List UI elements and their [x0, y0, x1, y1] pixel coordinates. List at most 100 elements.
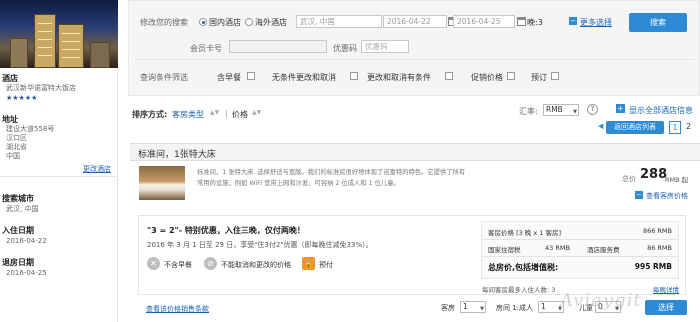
- domestic-label: 国内酒店: [209, 18, 241, 27]
- room-description: 常用的设施，例如 WiFi 宽带上网和沙发。可容纳 2 位成人和 1 位儿童。: [197, 180, 400, 187]
- room-header: 标准间，1张特大床: [130, 143, 700, 161]
- room-rate-label: 客房价格 [3 晚 x 1 客房]: [488, 229, 562, 237]
- member-card-input[interactable]: [229, 40, 327, 53]
- prepay-lock-icon: 🔒: [302, 257, 315, 270]
- city-value: 武汉, 中国: [6, 205, 39, 213]
- room-price: 288: [640, 167, 668, 182]
- filter-breakfast-label: 含早餐: [217, 73, 241, 82]
- watermark: Aviaygit: [560, 290, 642, 311]
- nights-count: 晚:3: [527, 18, 543, 27]
- view-room-prices-link[interactable]: 查看客房价格: [646, 191, 688, 201]
- service-fee-value: 86 RMB: [647, 244, 672, 252]
- filter-conditional-change-checkbox[interactable]: [445, 72, 453, 80]
- tax-value: 43 RMB: [545, 244, 570, 252]
- search-button[interactable]: 搜索: [629, 13, 687, 32]
- more-options-link[interactable]: 更多选择: [580, 17, 612, 28]
- filter-breakfast-checkbox[interactable]: [247, 72, 255, 80]
- help-icon[interactable]: ?: [587, 104, 598, 115]
- section-checkin-heading: 入住日期: [2, 226, 34, 235]
- no-breakfast-label: 不含早餐: [164, 261, 192, 269]
- sort-arrows-icon[interactable]: ▲▼: [252, 109, 261, 116]
- divider: [135, 59, 695, 60]
- change-hotel-link[interactable]: 更改酒店: [83, 164, 111, 174]
- filter-free-change-label: 无条件更改和取消: [272, 73, 336, 82]
- section-address-heading: 地址: [2, 115, 18, 124]
- filter-conditional-change-label: 更改和取消有条件: [367, 73, 431, 82]
- price-suffix: RMB 起: [665, 176, 689, 184]
- domestic-radio[interactable]: [199, 18, 207, 26]
- total-value: 995 RMB: [634, 262, 672, 271]
- sort-room-type[interactable]: 客房类型: [172, 109, 204, 120]
- select-rate-button[interactable]: 选择: [645, 300, 687, 315]
- offer-title: "3 = 2"- 特别优惠，入住三晚，仅付两晚！: [147, 226, 305, 235]
- filter-label: 查询条件筛选: [140, 73, 188, 82]
- room1-adults-label: 房间 1:成人: [496, 304, 534, 312]
- address-line: 汉口区: [6, 134, 27, 142]
- room-description: 标准间，1 张特大床. 选择舒适与宽敞。我们的标准房很好地体现了诺富特的特色。它…: [197, 169, 466, 176]
- hotel-star-rating: ★★★★★: [6, 94, 38, 102]
- section-city-heading: 搜索城市: [2, 194, 34, 203]
- back-arrow-icon: ◀: [598, 122, 604, 130]
- address-line: 中国: [6, 152, 20, 160]
- service-fee-label: 酒店服务费: [587, 246, 620, 254]
- plus-icon[interactable]: +: [616, 104, 625, 113]
- room-title: 标准间，1张特大床: [138, 150, 216, 160]
- offer-description: 2016 年 3 月 1 日至 29 日，享受"住3付2"优惠（即每晚住减免33…: [147, 241, 373, 249]
- divider: [482, 239, 678, 240]
- room-photo[interactable]: [139, 166, 185, 200]
- back-to-list-button[interactable]: 返回酒店列表: [606, 121, 664, 134]
- search-panel: 修改您的搜索 国内酒店 海外酒店 武汉, 中国 2016-04-22 2016-…: [128, 0, 700, 96]
- sort-price[interactable]: 价格: [232, 109, 248, 120]
- checkin-value: 2016-04-22: [6, 237, 47, 245]
- hotel-name: 武汉新华诺富特大饭店: [6, 84, 76, 92]
- filter-free-change-checkbox[interactable]: [350, 72, 358, 80]
- no-breakfast-icon: ✕: [147, 257, 160, 270]
- divider: [0, 176, 118, 177]
- collapse-icon[interactable]: −: [635, 191, 643, 199]
- rooms-select[interactable]: 1: [460, 301, 486, 314]
- hotel-photo[interactable]: [0, 0, 118, 68]
- overseas-radio[interactable]: [245, 18, 253, 26]
- sort-separator: |: [225, 109, 228, 118]
- no-change-label: 不能取消和更改的价格: [221, 261, 291, 269]
- divider: [482, 256, 678, 257]
- no-change-icon: ⊘: [204, 257, 217, 270]
- promo-label: 优惠码: [333, 44, 357, 53]
- page-2[interactable]: 2: [686, 122, 691, 131]
- change-search-label: 修改您的搜索: [140, 18, 188, 27]
- member-card-label: 会员卡号: [190, 44, 222, 53]
- rooms-label: 客房: [441, 304, 455, 312]
- checkin-input[interactable]: 2016-04-22: [383, 15, 447, 28]
- tax-label: 国家住宿税: [488, 246, 521, 254]
- filter-promo-checkbox[interactable]: [507, 72, 515, 80]
- checkout-input[interactable]: 2016-04-25: [453, 15, 515, 28]
- currency-select[interactable]: RMB: [543, 104, 579, 117]
- filter-prepay-label: 预订: [531, 73, 547, 82]
- filter-promo-label: 促销价格: [471, 73, 503, 82]
- rate-label: 汇率:: [519, 107, 538, 116]
- prepay-label: 预付: [319, 261, 333, 269]
- max-occupancy: 每间客房最多入住人数: 3: [482, 286, 556, 294]
- address-line: 建设大道558号: [6, 125, 55, 133]
- total-label: 总房价,包括增值税:: [488, 263, 559, 272]
- room-rate-value: 866 RMB: [642, 227, 672, 235]
- night-details-link[interactable]: 每晚详情: [653, 284, 679, 294]
- city-input[interactable]: 武汉, 中国: [296, 15, 382, 28]
- page-1[interactable]: 1: [669, 121, 681, 134]
- from-label: 总价: [622, 175, 636, 183]
- promo-input[interactable]: 优惠码: [361, 40, 409, 53]
- checkout-value: 2016-04-25: [6, 269, 47, 277]
- sort-label: 排序方式:: [132, 110, 168, 119]
- sale-terms-link[interactable]: 查看该价格销售条款: [146, 304, 209, 314]
- show-all-info-link[interactable]: 显示全部酒店信息: [629, 105, 693, 116]
- calendar-icon[interactable]: [517, 17, 526, 26]
- expand-icon[interactable]: −: [569, 17, 577, 25]
- filter-prepay-checkbox[interactable]: [551, 72, 559, 80]
- overseas-label: 海外酒店: [255, 18, 287, 27]
- sort-arrows-icon[interactable]: ▲▼: [210, 109, 219, 116]
- rate-offer-card: "3 = 2"- 特别优惠，入住三晚，仅付两晚！ 2016 年 3 月 1 日至…: [138, 215, 686, 295]
- hotel-sidebar: 酒店 武汉新华诺富特大饭店 ★★★★★ 地址 建设大道558号 汉口区 湖北省 …: [0, 0, 118, 322]
- address-line: 湖北省: [6, 143, 27, 151]
- section-checkout-heading: 退房日期: [2, 258, 34, 267]
- section-hotel-heading: 酒店: [2, 74, 18, 83]
